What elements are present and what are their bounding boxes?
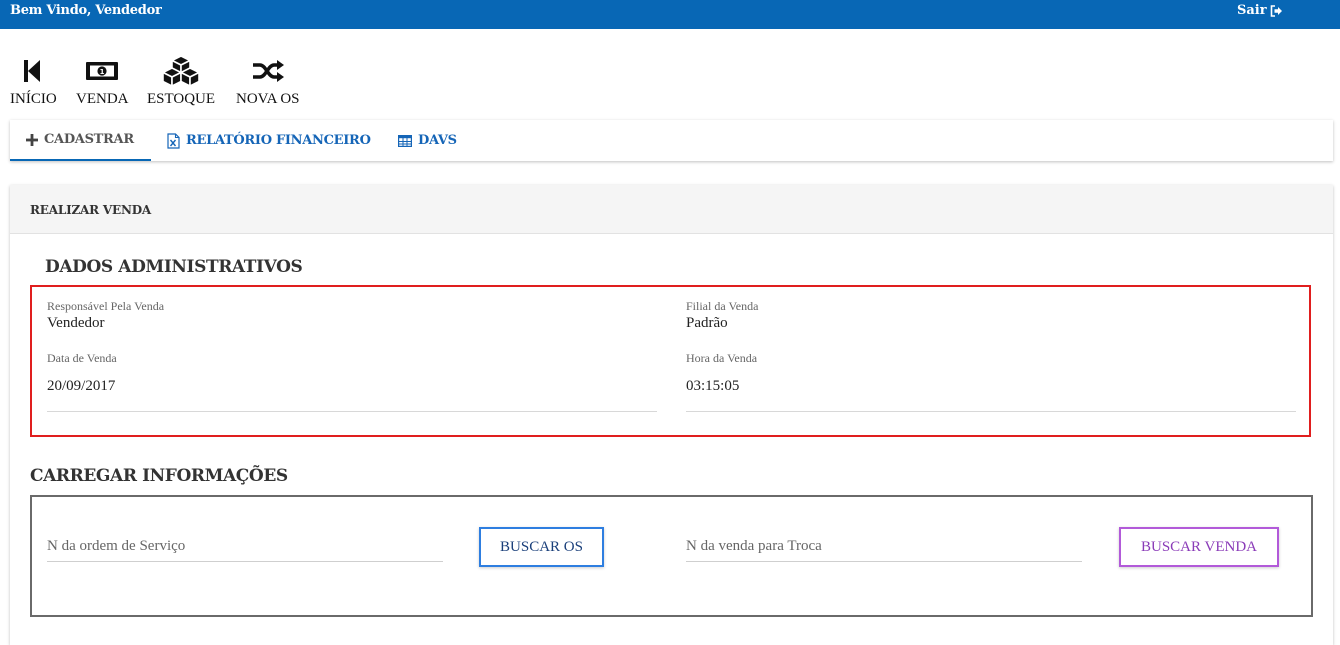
excel-file-icon [167,132,180,149]
tab-davs[interactable]: DAVS [398,120,457,161]
realizar-venda-panel: REALIZAR VENDA DADOS ADMINISTRATIVOS Res… [10,185,1333,645]
toolbar-nova-os-label: NOVA OS [236,91,300,107]
tab-relatorio-financeiro[interactable]: RELATÓRIO FINANCEIRO [167,120,371,161]
ordem-servico-input[interactable] [47,531,443,562]
toolbar-inicio-label: INÍCIO [10,91,57,107]
filial-label: Filial da Venda [686,299,759,313]
skip-back-icon [22,54,44,88]
toolbar-venda[interactable]: 1 VENDA [76,54,129,108]
responsavel-value: Vendedor [47,315,105,331]
svg-text:1: 1 [100,68,105,76]
buscar-venda-button[interactable]: BUSCAR VENDA [1119,527,1279,567]
hora-venda-label: Hora da Venda [686,351,758,365]
toolbar-nova-os[interactable]: NOVA OS [236,54,300,108]
table-icon [398,134,412,147]
panel-header: REALIZAR VENDA [10,185,1333,234]
admin-data-box: Responsável Pela Venda Vendedor Filial d… [30,285,1311,437]
data-venda-value: 20/09/2017 [47,378,116,394]
main-toolbar: INÍCIO 1 VENDA ESTOQUE NOVA OS [0,54,400,114]
hora-venda-underline [686,411,1296,412]
plus-icon [26,133,38,146]
toolbar-venda-label: VENDA [76,91,129,107]
toolbar-estoque-label: ESTOQUE [147,91,216,107]
tab-cadastrar[interactable]: CADASTRAR [10,120,151,161]
tab-cadastrar-label: CADASTRAR [44,132,134,147]
hora-venda-value: 03:15:05 [686,378,740,394]
buscar-os-button[interactable]: BUSCAR OS [479,527,604,567]
carregar-box: BUSCAR OS BUSCAR VENDA [30,495,1313,617]
carregar-section-title: CARREGAR INFORMAÇÕES [30,466,288,486]
money-bill-icon: 1 [84,54,120,88]
tab-davs-label: DAVS [418,133,457,148]
welcome-text: Bem Vindo, Vendedor [10,3,162,18]
venda-troca-input[interactable] [686,531,1082,562]
panel-title: REALIZAR VENDA [30,203,152,217]
tab-bar: CADASTRAR RELATÓRIO FINANCEIRO DAVS [10,120,1333,161]
shuffle-icon [251,54,285,88]
filial-value: Padrão [686,315,728,331]
admin-section-title: DADOS ADMINISTRATIVOS [45,257,303,277]
logout-label: Sair [1237,3,1267,18]
sign-out-icon [1270,4,1282,17]
top-bar: Bem Vindo, Vendedor Sair [0,0,1340,29]
data-venda-label: Data de Venda [47,351,117,365]
tab-relatorio-label: RELATÓRIO FINANCEIRO [186,133,371,148]
logout-button[interactable]: Sair [1237,3,1283,18]
data-venda-underline [47,411,657,412]
toolbar-inicio[interactable]: INÍCIO [10,54,57,108]
cubes-icon [161,54,201,88]
toolbar-estoque[interactable]: ESTOQUE [147,54,215,108]
responsavel-label: Responsável Pela Venda [47,299,165,313]
